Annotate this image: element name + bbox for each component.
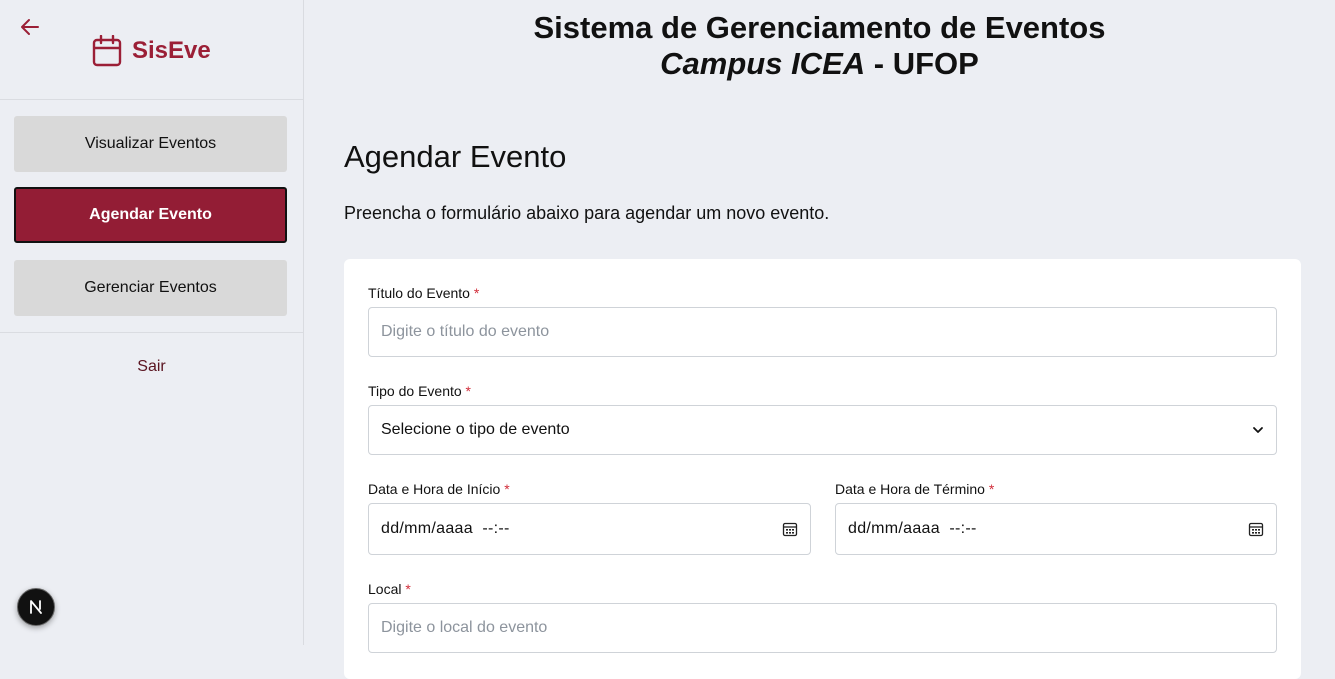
chevron-down-icon bbox=[1253, 427, 1263, 433]
campus-name: Campus ICEA bbox=[660, 46, 866, 81]
local-input[interactable] bbox=[368, 603, 1277, 653]
system-header: Sistema de Gerenciamento de Eventos Camp… bbox=[304, 10, 1335, 82]
local-label: Local * bbox=[368, 581, 411, 597]
nav-visualizar-eventos-button[interactable]: Visualizar Eventos bbox=[14, 116, 287, 172]
nav-gerenciar-eventos-button[interactable]: Gerenciar Eventos bbox=[14, 260, 287, 316]
system-subtitle: Campus ICEA - UFOP bbox=[304, 46, 1335, 82]
tipo-label: Tipo do Evento * bbox=[368, 383, 471, 399]
n-logo-icon bbox=[30, 600, 42, 614]
required-mark: * bbox=[405, 581, 411, 597]
inicio-datetime-input[interactable]: dd/mm/aaaa --:-- bbox=[368, 503, 811, 555]
required-mark: * bbox=[504, 481, 510, 497]
logout-link[interactable]: Sair bbox=[0, 358, 303, 376]
calendar-picker-icon[interactable] bbox=[782, 521, 798, 537]
separator: - bbox=[865, 46, 893, 81]
titulo-label-text: Título do Evento bbox=[368, 285, 470, 301]
tipo-label-text: Tipo do Evento bbox=[368, 383, 462, 399]
nav-label: Visualizar Eventos bbox=[84, 135, 217, 152]
termino-datetime-input[interactable]: dd/mm/aaaa --:-- bbox=[835, 503, 1277, 555]
arrow-left-icon[interactable] bbox=[18, 16, 42, 38]
sidebar-divider bbox=[0, 332, 303, 333]
sidebar: SisEve Visualizar Eventos Agendar Evento… bbox=[0, 0, 304, 645]
calendar-picker-icon[interactable] bbox=[1248, 521, 1264, 537]
nav-agendar-evento-button[interactable]: Agendar Evento bbox=[14, 187, 287, 243]
sidebar-divider bbox=[0, 99, 303, 100]
calendar-icon bbox=[92, 35, 122, 67]
required-mark: * bbox=[473, 285, 480, 301]
tipo-select[interactable]: Selecione o tipo de evento bbox=[368, 405, 1277, 455]
titulo-input[interactable] bbox=[368, 307, 1277, 357]
required-mark: * bbox=[465, 383, 471, 399]
termino-label: Data e Hora de Término * bbox=[835, 481, 994, 497]
brand-name: SisEve bbox=[132, 37, 211, 64]
page-subtitle: Preencha o formulário abaixo para agenda… bbox=[344, 203, 830, 223]
system-title: Sistema de Gerenciamento de Eventos bbox=[533, 10, 1106, 45]
tipo-selected-value: Selecione o tipo de evento bbox=[381, 421, 570, 438]
inicio-label-text: Data e Hora de Início bbox=[368, 481, 501, 497]
termino-datetime-value: dd/mm/aaaa --:-- bbox=[848, 520, 977, 537]
inicio-label: Data e Hora de Início * bbox=[368, 481, 510, 497]
nav-label: Gerenciar Eventos bbox=[84, 279, 217, 296]
page-title: Agendar Evento bbox=[344, 139, 567, 174]
termino-label-text: Data e Hora de Término bbox=[835, 481, 985, 497]
inicio-datetime-value: dd/mm/aaaa --:-- bbox=[381, 520, 510, 537]
titulo-label: Título do Evento * bbox=[368, 285, 479, 301]
nav-label: Agendar Evento bbox=[89, 206, 212, 223]
required-mark: * bbox=[988, 481, 995, 497]
institution-name: UFOP bbox=[892, 46, 979, 81]
brand: SisEve bbox=[92, 35, 211, 67]
event-form-card: Título do Evento * Tipo do Evento * Sele… bbox=[344, 259, 1301, 679]
local-label-text: Local bbox=[368, 581, 402, 597]
nextjs-dev-badge[interactable] bbox=[17, 588, 55, 626]
